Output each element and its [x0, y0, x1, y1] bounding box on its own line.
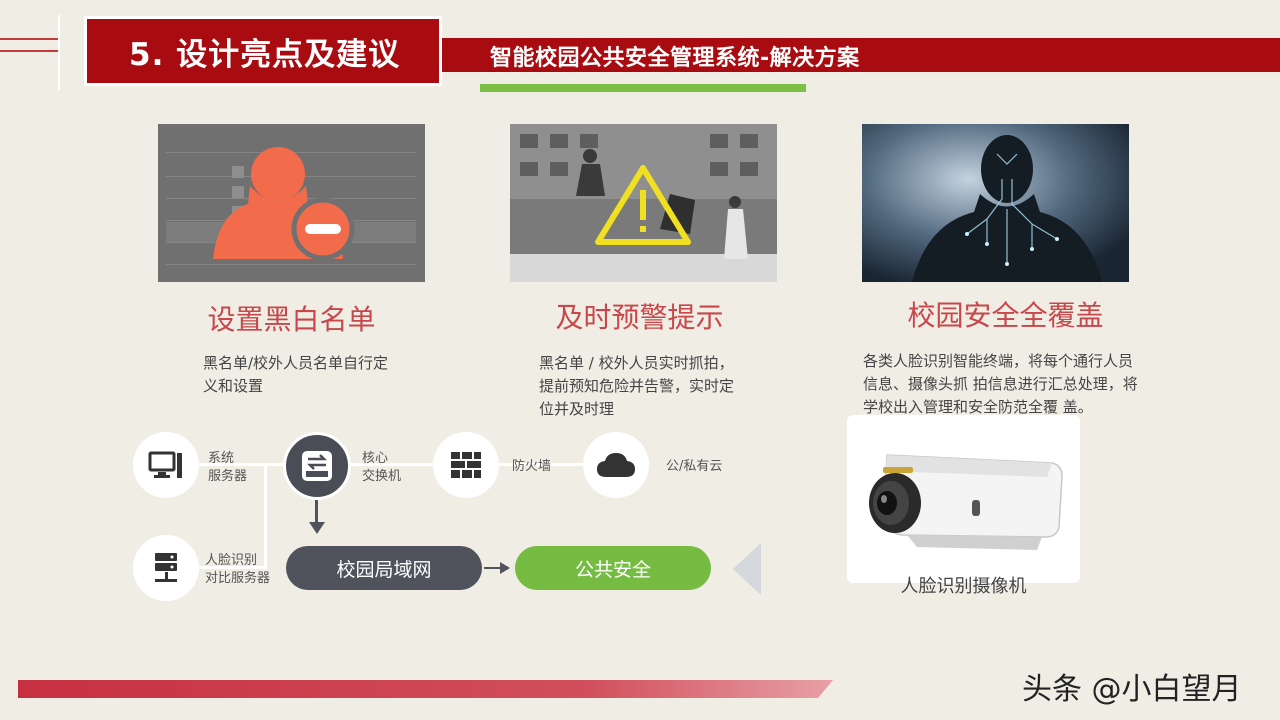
page-title: 5. 设计亮点及建议	[87, 19, 439, 83]
feature-title-warning: 及时预警提示	[555, 301, 724, 334]
camera-card	[847, 415, 1080, 583]
cloud-label: 公/私有云	[666, 459, 723, 474]
subtitle-underline	[480, 84, 806, 92]
server-node	[133, 432, 199, 498]
header-deco-line	[0, 50, 60, 52]
firewall-label: 防火墙	[512, 459, 552, 474]
header-deco-vline	[58, 15, 60, 90]
firewall-icon	[451, 452, 481, 478]
watermark: 头条 @小白望月	[1022, 672, 1242, 707]
arrow-down-icon	[309, 522, 325, 534]
firewall-node	[433, 432, 499, 498]
switch-node	[283, 432, 351, 500]
feature-desc-blacklist: 黑名单/校外人员名单自行定 义和设置	[203, 354, 389, 395]
face-server-label: 人脸识别 对比服务器	[205, 553, 271, 586]
bottom-accent-bar	[18, 680, 833, 698]
page-subtitle: 智能校园公共安全管理系统-解决方案	[490, 46, 860, 71]
switch-label: 核心 交换机	[362, 451, 402, 484]
cloud-icon	[597, 453, 635, 477]
camera-icon	[869, 454, 1063, 550]
public-safety-pill: 公共安全	[515, 546, 711, 590]
feature-title-coverage: 校园安全全覆盖	[907, 299, 1104, 332]
warning-image	[510, 124, 777, 282]
feature-desc-warning: 黑名单 / 校外人员实时抓拍， 提前预知危险并告警，实时定 位并及时理	[539, 354, 735, 418]
cloud-node	[583, 432, 649, 498]
campus-lan-pill: 校园局域网	[286, 546, 482, 590]
header-title-box: 5. 设计亮点及建议	[84, 16, 442, 86]
coverage-image	[862, 124, 1129, 282]
blacklist-image	[158, 124, 425, 282]
server-label: 系统 服务器	[208, 451, 248, 484]
face-server-node	[133, 535, 199, 601]
switch-icon	[302, 451, 332, 481]
arrow-right-icon	[500, 562, 510, 574]
server-rack-icon	[155, 553, 177, 582]
feature-desc-coverage: 各类人脸识别智能终端，将每个通行人员 信息、摄像头抓 拍信息进行汇总处理，将 学…	[863, 352, 1138, 416]
pointer-triangle	[733, 543, 761, 595]
feature-title-blacklist: 设置黑白名单	[207, 303, 376, 336]
camera-label: 人脸识别摄像机	[900, 576, 1027, 597]
header-deco-line	[0, 38, 60, 40]
monitor-icon	[148, 451, 182, 478]
